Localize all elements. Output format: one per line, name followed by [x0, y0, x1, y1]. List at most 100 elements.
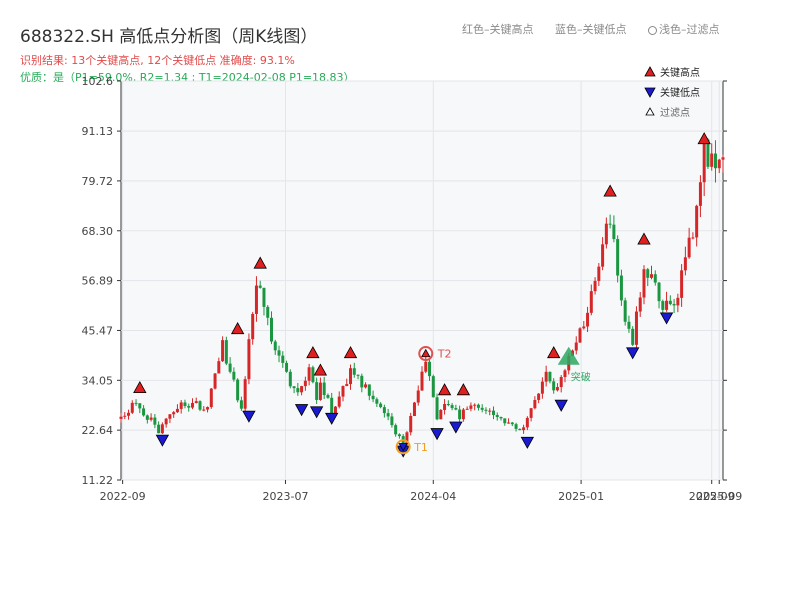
candle-body	[465, 408, 469, 410]
candle-body	[228, 363, 232, 372]
candle-body	[680, 270, 684, 298]
candle-body	[552, 381, 556, 391]
candle-body	[676, 297, 680, 306]
candle-body	[491, 410, 495, 416]
candle-body	[251, 313, 255, 340]
legend-label: 过滤点	[660, 106, 690, 119]
candle-body	[713, 153, 717, 169]
candle-body	[424, 361, 428, 372]
candle-body	[281, 355, 285, 363]
candle-body	[623, 300, 627, 322]
y-tick-label: 34.05	[82, 374, 114, 387]
candle-body	[262, 287, 266, 307]
candle-body	[382, 407, 386, 414]
x-tick-label: 2024-04	[410, 490, 456, 503]
candle-body	[616, 239, 620, 276]
candle-body	[578, 328, 582, 343]
candle-body	[360, 375, 364, 388]
candle-body	[563, 370, 567, 378]
candle-body	[612, 224, 616, 240]
candle-body	[364, 384, 368, 388]
candle-body	[548, 371, 552, 382]
candle-body	[597, 266, 601, 281]
candle-body	[431, 376, 435, 398]
candle-body	[661, 301, 665, 310]
candle-body	[213, 373, 217, 389]
candle-body	[288, 371, 292, 387]
candle-body	[149, 417, 153, 420]
candle-body	[443, 403, 447, 410]
candle-body	[142, 408, 146, 416]
candle-body	[529, 408, 533, 418]
candle-body	[559, 377, 563, 388]
candle-body	[721, 157, 725, 160]
candle-body	[533, 399, 537, 409]
candle-body	[386, 413, 390, 417]
candle-body	[574, 342, 578, 351]
candle-body	[409, 415, 413, 433]
candle-body	[187, 406, 191, 408]
candle-body	[503, 418, 507, 424]
candlestick-chart: T1 T2 突破 11.22 22.64 34.05 45.47 56.89 68.30 79.…	[82, 66, 743, 503]
candle-body	[224, 340, 228, 364]
t2-label: T2	[437, 348, 452, 361]
candle-body	[153, 417, 157, 425]
legend-label: 关键低点	[660, 86, 700, 99]
candle-body	[638, 297, 642, 312]
candle-body	[326, 395, 330, 398]
candle-body	[160, 424, 164, 434]
candle-body	[277, 350, 281, 356]
candle-body	[446, 403, 450, 406]
y-tick-label: 11.22	[82, 474, 114, 487]
candle-body	[435, 397, 439, 420]
candle-body	[394, 425, 398, 435]
x-tick-label: 2025-01	[558, 490, 604, 503]
candle-body	[337, 396, 341, 407]
breakout-label: 突破	[571, 371, 591, 384]
candle-body	[390, 416, 394, 426]
candle-body	[683, 257, 687, 271]
candle-body	[653, 274, 657, 283]
candle-body	[254, 285, 258, 314]
candle-body	[687, 237, 691, 258]
candle-body	[367, 384, 371, 396]
candle-body	[586, 312, 590, 327]
candle-body	[461, 409, 465, 420]
candle-body	[311, 367, 315, 383]
candle-body	[168, 414, 172, 419]
candle-body	[499, 417, 503, 419]
candle-body	[206, 407, 210, 410]
candle-body	[145, 415, 149, 420]
candle-body	[123, 415, 127, 417]
candle-body	[668, 300, 672, 305]
candle-body	[345, 384, 349, 387]
candle-body	[375, 399, 379, 404]
candle-body	[307, 367, 311, 381]
y-tick-label: 45.47	[82, 324, 114, 337]
candle-body	[397, 434, 401, 437]
candle-body	[356, 374, 360, 376]
candle-body	[480, 407, 484, 410]
candle-body	[458, 409, 462, 420]
candle-body	[428, 361, 432, 377]
candle-body	[303, 380, 307, 387]
candle-body	[349, 368, 353, 385]
candle-body	[285, 362, 289, 372]
candle-body	[157, 424, 161, 434]
candle-body	[198, 401, 202, 410]
candle-body	[315, 382, 319, 400]
candle-body	[657, 282, 661, 302]
candle-body	[322, 382, 326, 396]
candle-body	[514, 424, 518, 429]
candle-body	[510, 422, 514, 425]
candle-body	[642, 269, 646, 298]
candle-body	[537, 393, 541, 400]
candle-body	[172, 412, 176, 415]
candle-body	[540, 381, 544, 394]
candle-body	[179, 402, 183, 409]
candle-body	[190, 403, 194, 408]
candle-body	[665, 300, 669, 310]
candle-body	[589, 291, 593, 313]
candle-body	[495, 415, 499, 418]
candle-body	[258, 285, 262, 288]
